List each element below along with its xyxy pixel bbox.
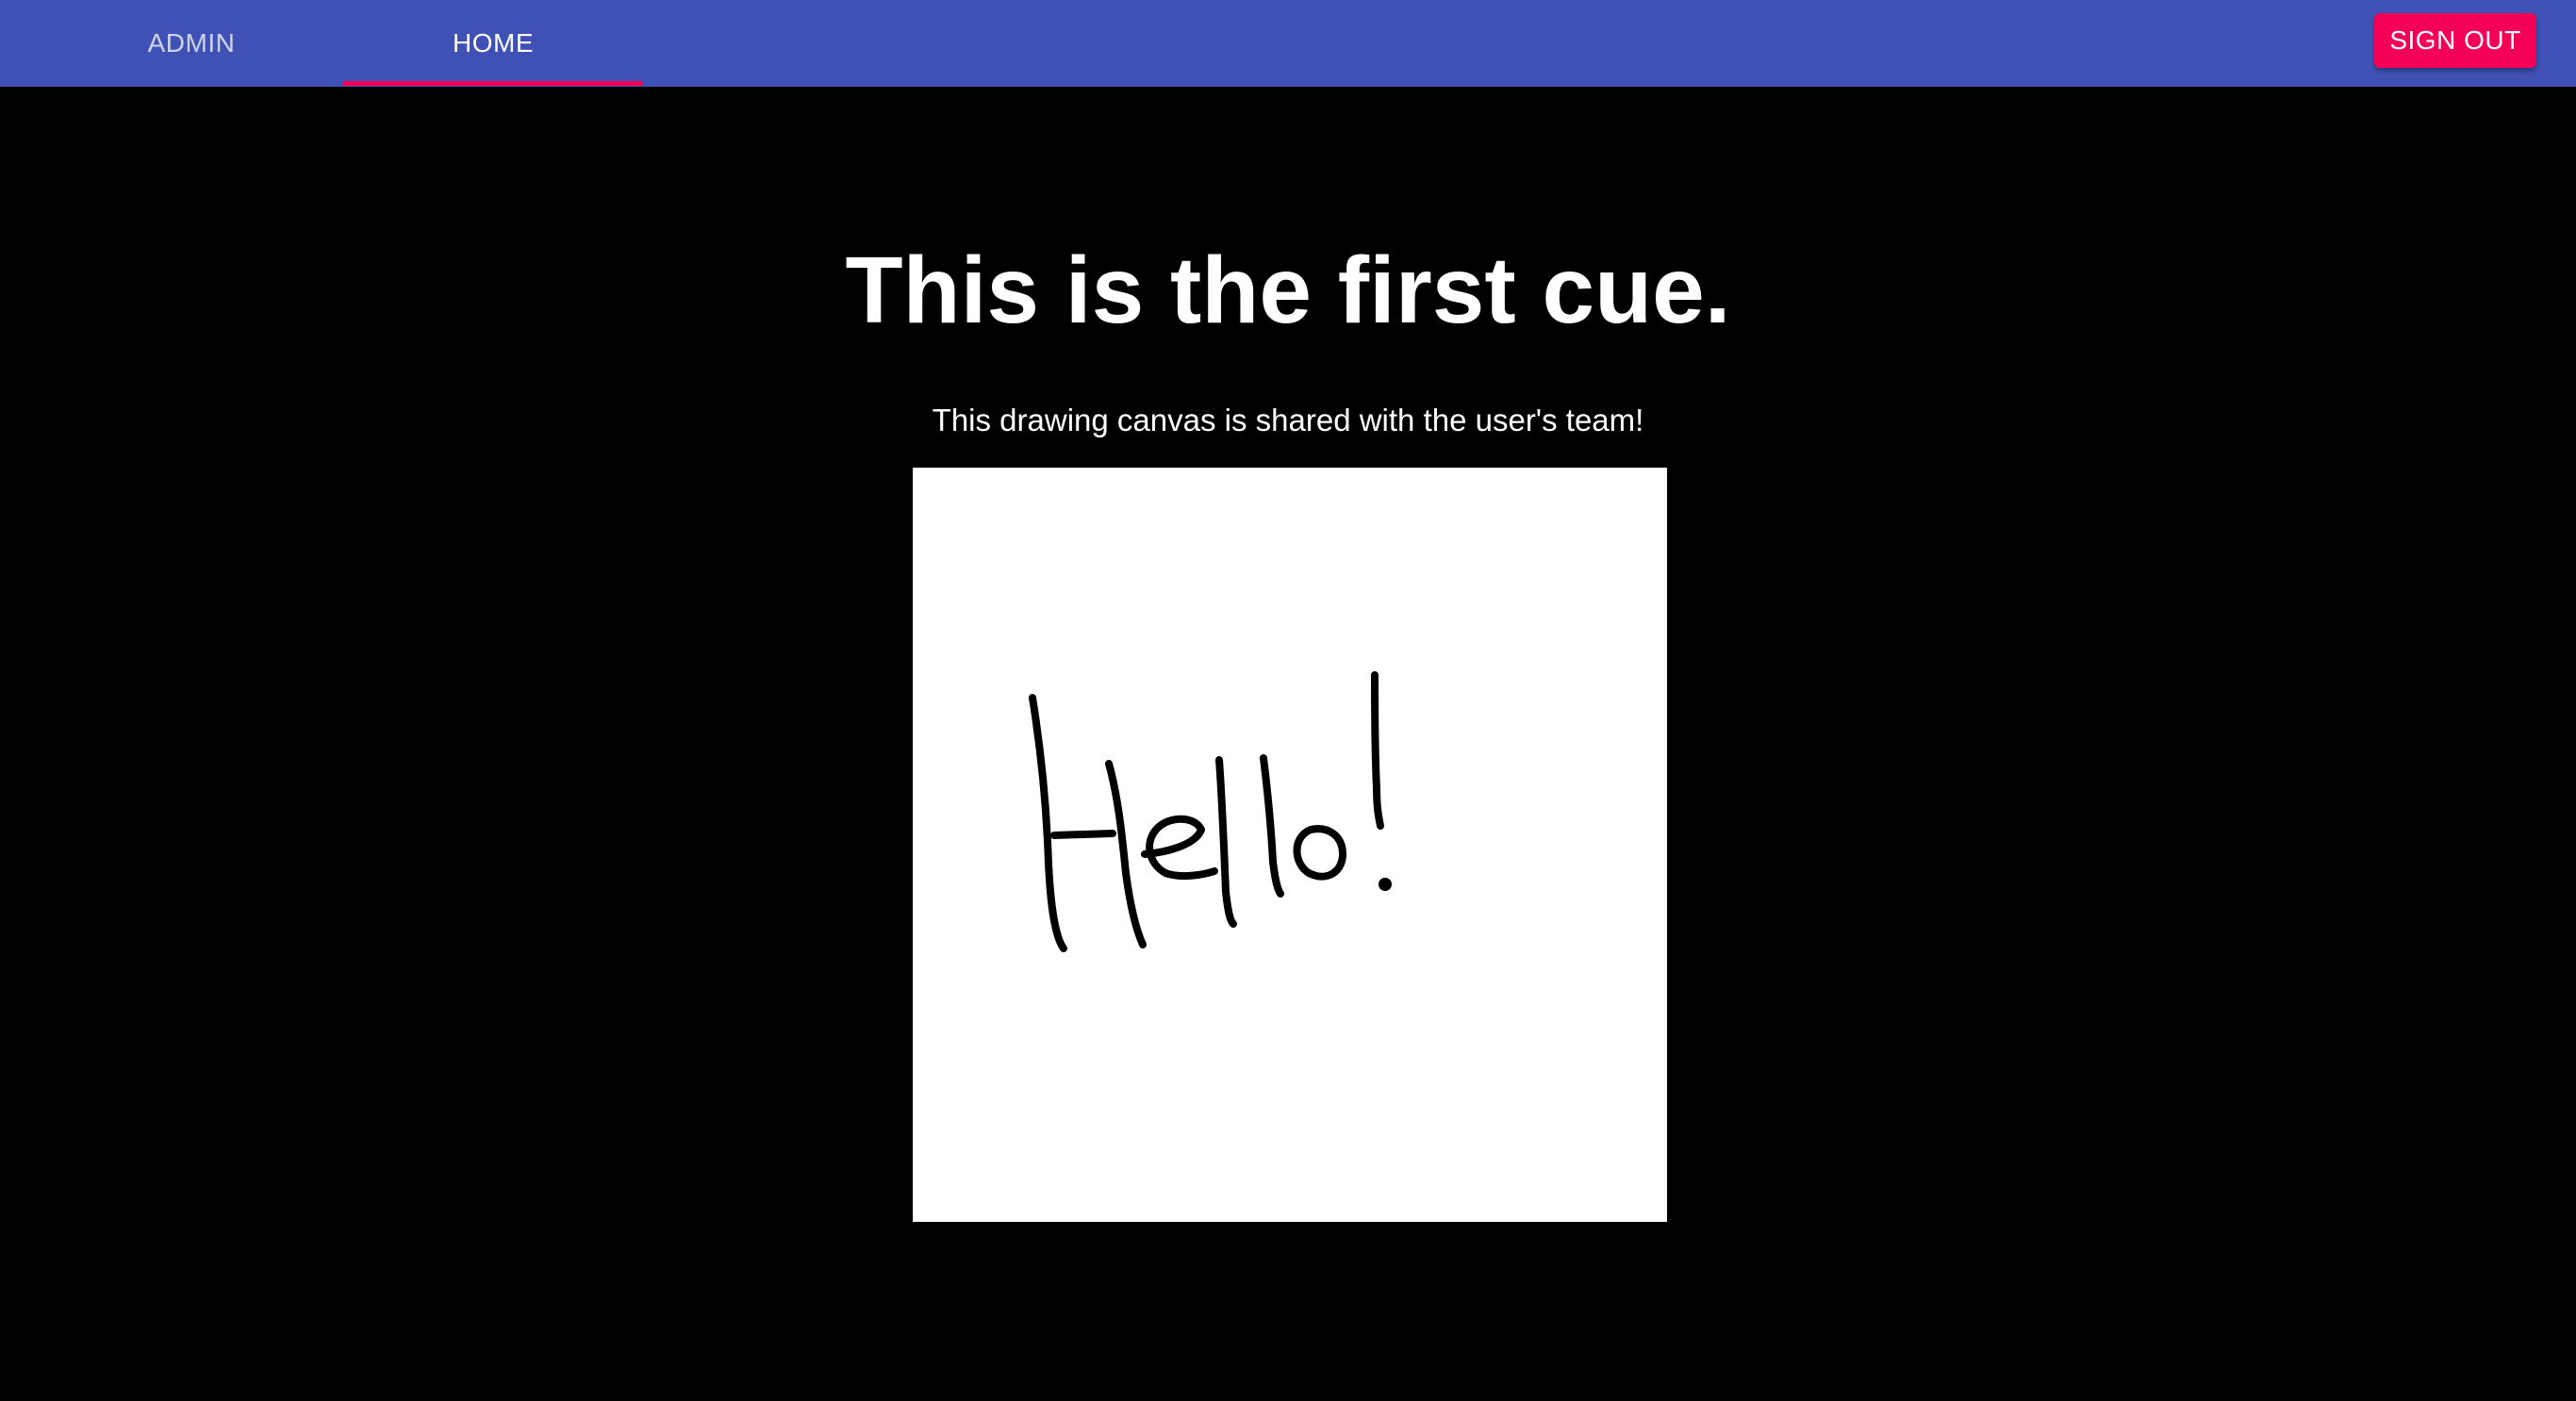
ink-stroke xyxy=(1141,815,1218,881)
cue-subtitle: This drawing canvas is shared with the u… xyxy=(932,403,1644,437)
tab-admin[interactable]: ADMIN xyxy=(38,0,345,87)
ink-stroke xyxy=(1050,830,1116,839)
ink-stroke xyxy=(1029,694,1067,952)
tab-home[interactable]: HOME xyxy=(343,0,643,87)
ink-stroke xyxy=(1371,671,1384,830)
ink-stroke xyxy=(1260,754,1284,898)
app-bar: ADMIN HOME SIGN OUT xyxy=(0,0,2576,87)
active-tab-indicator xyxy=(343,81,643,86)
hello-drawing xyxy=(1029,671,1392,952)
tab-admin-label: ADMIN xyxy=(147,28,236,58)
drawing-canvas[interactable] xyxy=(913,468,1667,1222)
ink-dot xyxy=(1379,878,1392,891)
ink-stroke xyxy=(1215,756,1237,928)
ink-stroke xyxy=(1293,825,1346,881)
sign-out-button[interactable]: SIGN OUT xyxy=(2374,13,2536,68)
tab-home-label: HOME xyxy=(453,28,534,58)
ink-stroke xyxy=(1105,760,1147,948)
cue-title: This is the first cue. xyxy=(845,238,1731,343)
